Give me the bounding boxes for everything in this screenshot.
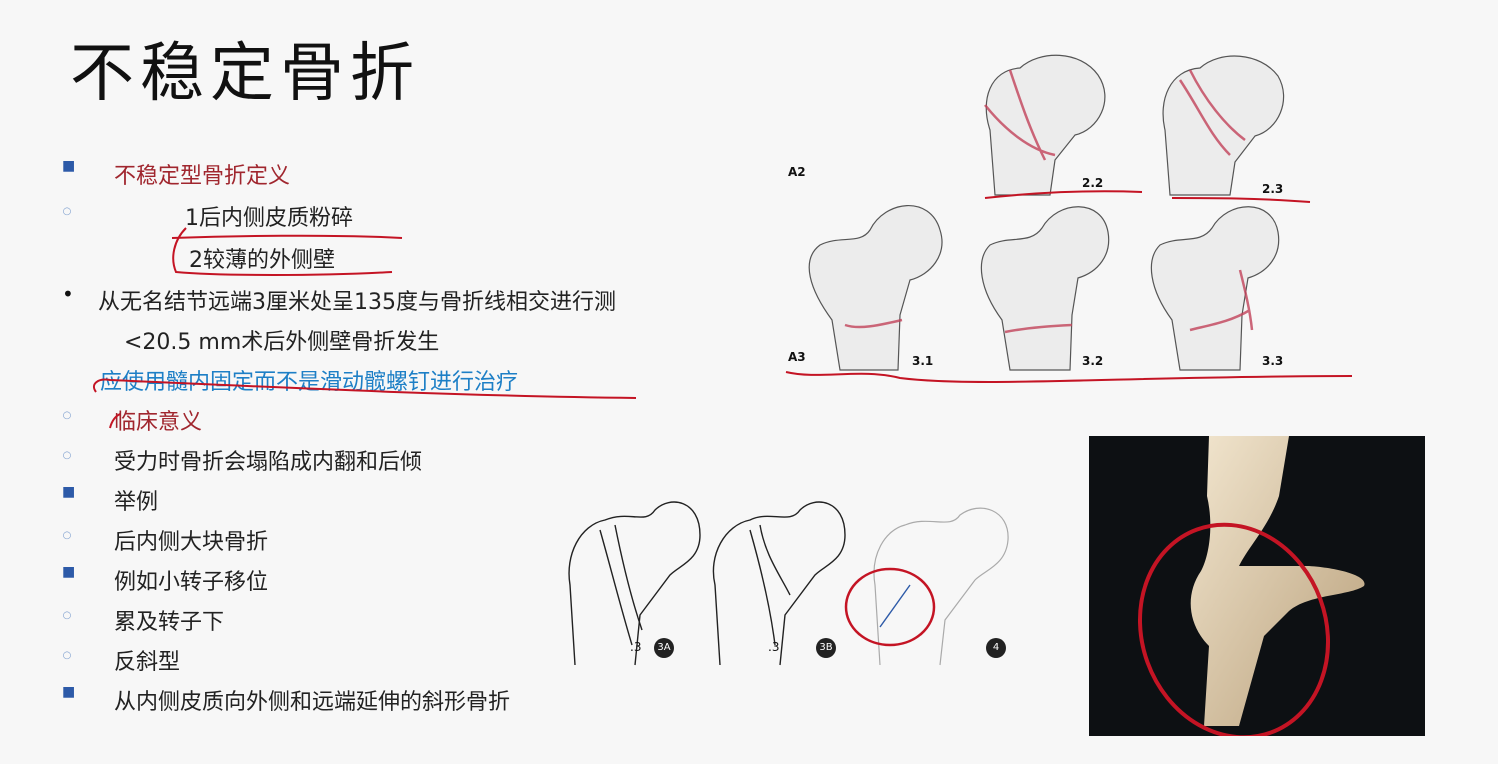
femur-3-1 <box>808 205 943 371</box>
circle-annotation <box>844 567 936 647</box>
figure-label: .3 <box>630 640 642 654</box>
fracture-sketch-drawings <box>568 501 1009 666</box>
underline-annotation <box>1171 197 1311 203</box>
ct-reconstruction-image <box>1089 436 1425 740</box>
femur-3-2 <box>980 206 1110 371</box>
measure-line <box>879 584 911 628</box>
femur-3-3 <box>1150 206 1280 371</box>
fracture-sketch-figure: .3 3A .3 3B 4 <box>560 495 1020 670</box>
figure-label: .3 <box>768 640 780 654</box>
femur-drawings <box>785 54 1353 383</box>
underline-annotation <box>171 234 403 239</box>
femur-2-3 <box>1162 55 1285 196</box>
figure-badge: 3B <box>816 638 836 658</box>
slide: 不稳定骨折 ■ 不稳定型骨折定义 ○ 1后内侧皮质粉碎 2较薄的外侧壁 • 从无… <box>0 0 1498 764</box>
figure-badge: 3A <box>654 638 674 658</box>
ct-bone-render <box>1137 436 1365 740</box>
underline-annotation <box>92 378 637 399</box>
underline-annotation <box>109 413 121 429</box>
figure-badge: 4 <box>986 638 1006 658</box>
underline-annotation <box>785 371 1353 383</box>
classification-figure: A2 A3 2.2 2.3 3.1 3.2 3.3 <box>780 40 1380 400</box>
